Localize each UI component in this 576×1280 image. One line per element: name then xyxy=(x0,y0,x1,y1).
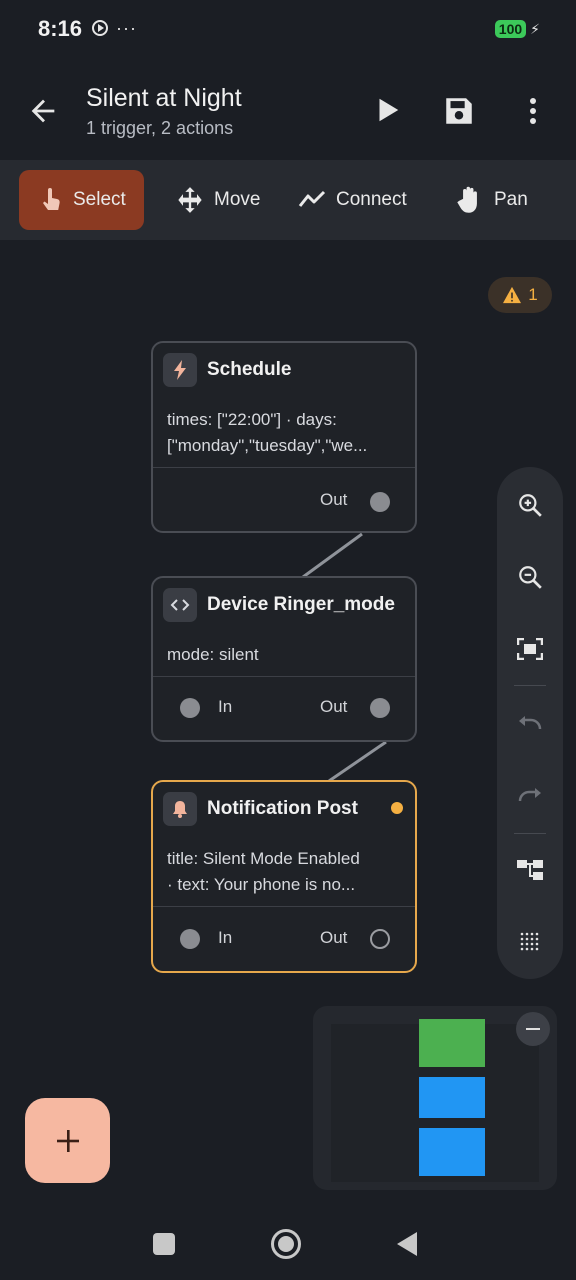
node-params: mode: silent xyxy=(153,632,415,677)
system-nav-bar xyxy=(0,1210,576,1280)
node-title: Schedule xyxy=(207,359,292,380)
canvas-controls xyxy=(497,467,563,979)
node-params: times: ["22:00"] · days: ["monday","tues… xyxy=(153,397,415,468)
warning-badge[interactable]: 1 xyxy=(488,277,552,313)
undo-icon[interactable] xyxy=(514,709,546,741)
out-port[interactable] xyxy=(370,492,390,512)
out-port-label: Out xyxy=(320,490,348,509)
node-notification-post[interactable]: Notification Post title: Silent Mode Ena… xyxy=(151,780,417,973)
minimap-node-ringer xyxy=(419,1077,485,1118)
bolt-icon xyxy=(163,353,197,387)
node-schedule[interactable]: Schedule times: ["22:00"] · days: ["mond… xyxy=(151,341,417,533)
in-port-label: In xyxy=(218,697,233,716)
node-title: Device Ringer_mode xyxy=(207,594,395,615)
out-port[interactable] xyxy=(370,698,390,718)
warning-icon xyxy=(503,286,522,304)
auto-layout-icon[interactable] xyxy=(514,854,546,886)
in-port[interactable] xyxy=(180,929,200,949)
unsaved-indicator xyxy=(391,802,403,814)
warning-count: 1 xyxy=(528,285,538,304)
zoom-in-icon[interactable] xyxy=(514,489,546,521)
node-param-line: mode: silent xyxy=(167,645,259,664)
add-node-button[interactable] xyxy=(25,1098,110,1183)
plus-icon xyxy=(56,1129,79,1152)
node-param-line: · text: Your phone is no... xyxy=(167,875,356,894)
node-param-line: ["monday","tuesday","we... xyxy=(167,436,368,455)
out-port[interactable] xyxy=(370,929,390,949)
home-button[interactable] xyxy=(271,1229,301,1259)
out-port-label: Out xyxy=(320,697,348,716)
minimap-node-notification xyxy=(419,1128,485,1176)
node-title: Notification Post xyxy=(207,798,358,819)
bell-icon xyxy=(163,792,197,826)
connection-schedule-ringer xyxy=(302,532,363,579)
node-param-line: times: ["22:00"] · days: xyxy=(167,410,337,429)
in-port[interactable] xyxy=(180,698,200,718)
node-param-line: title: Silent Mode Enabled xyxy=(167,849,360,868)
redo-icon[interactable] xyxy=(514,781,546,813)
in-port-label: In xyxy=(218,928,233,947)
node-params: title: Silent Mode Enabled · text: Your … xyxy=(153,836,415,907)
minimap-node-schedule xyxy=(419,1019,485,1067)
connection-ringer-notification xyxy=(328,740,387,783)
code-icon xyxy=(163,588,197,622)
back-button[interactable] xyxy=(397,1232,417,1256)
grid-icon[interactable] xyxy=(514,926,546,958)
node-device-ringer-mode[interactable]: Device Ringer_mode mode: silent In Out xyxy=(151,576,417,742)
minimap-collapse-button[interactable] xyxy=(516,1012,550,1046)
out-port-label: Out xyxy=(320,928,348,947)
recents-button[interactable] xyxy=(153,1233,175,1255)
zoom-out-icon[interactable] xyxy=(514,561,546,593)
fit-screen-icon[interactable] xyxy=(514,633,546,665)
